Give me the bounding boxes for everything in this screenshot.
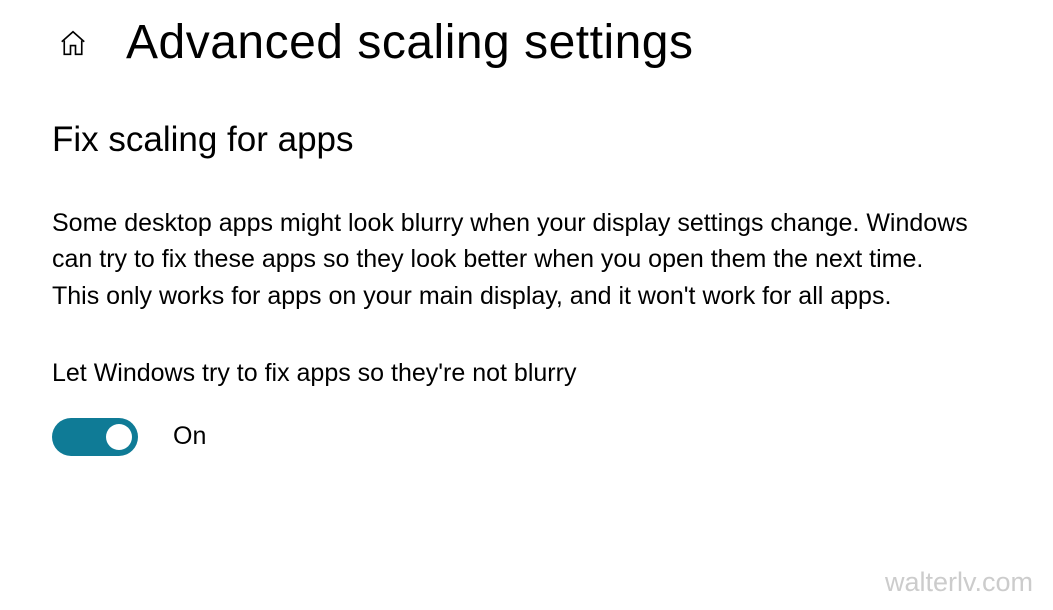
section-heading: Fix scaling for apps xyxy=(52,120,1003,160)
toggle-state-label: On xyxy=(173,422,206,451)
page-title: Advanced scaling settings xyxy=(126,15,694,70)
toggle-row: On xyxy=(52,418,1003,456)
toggle-label: Let Windows try to fix apps so they're n… xyxy=(52,359,1003,388)
header-bar: Advanced scaling settings xyxy=(0,0,1053,70)
fix-scaling-toggle[interactable] xyxy=(52,418,138,456)
toggle-knob xyxy=(106,424,132,450)
watermark-text: walterlv.com xyxy=(885,567,1033,598)
content-area: Fix scaling for apps Some desktop apps m… xyxy=(0,70,1053,456)
description-text: Some desktop apps might look blurry when… xyxy=(52,205,972,314)
home-icon[interactable] xyxy=(58,28,88,58)
